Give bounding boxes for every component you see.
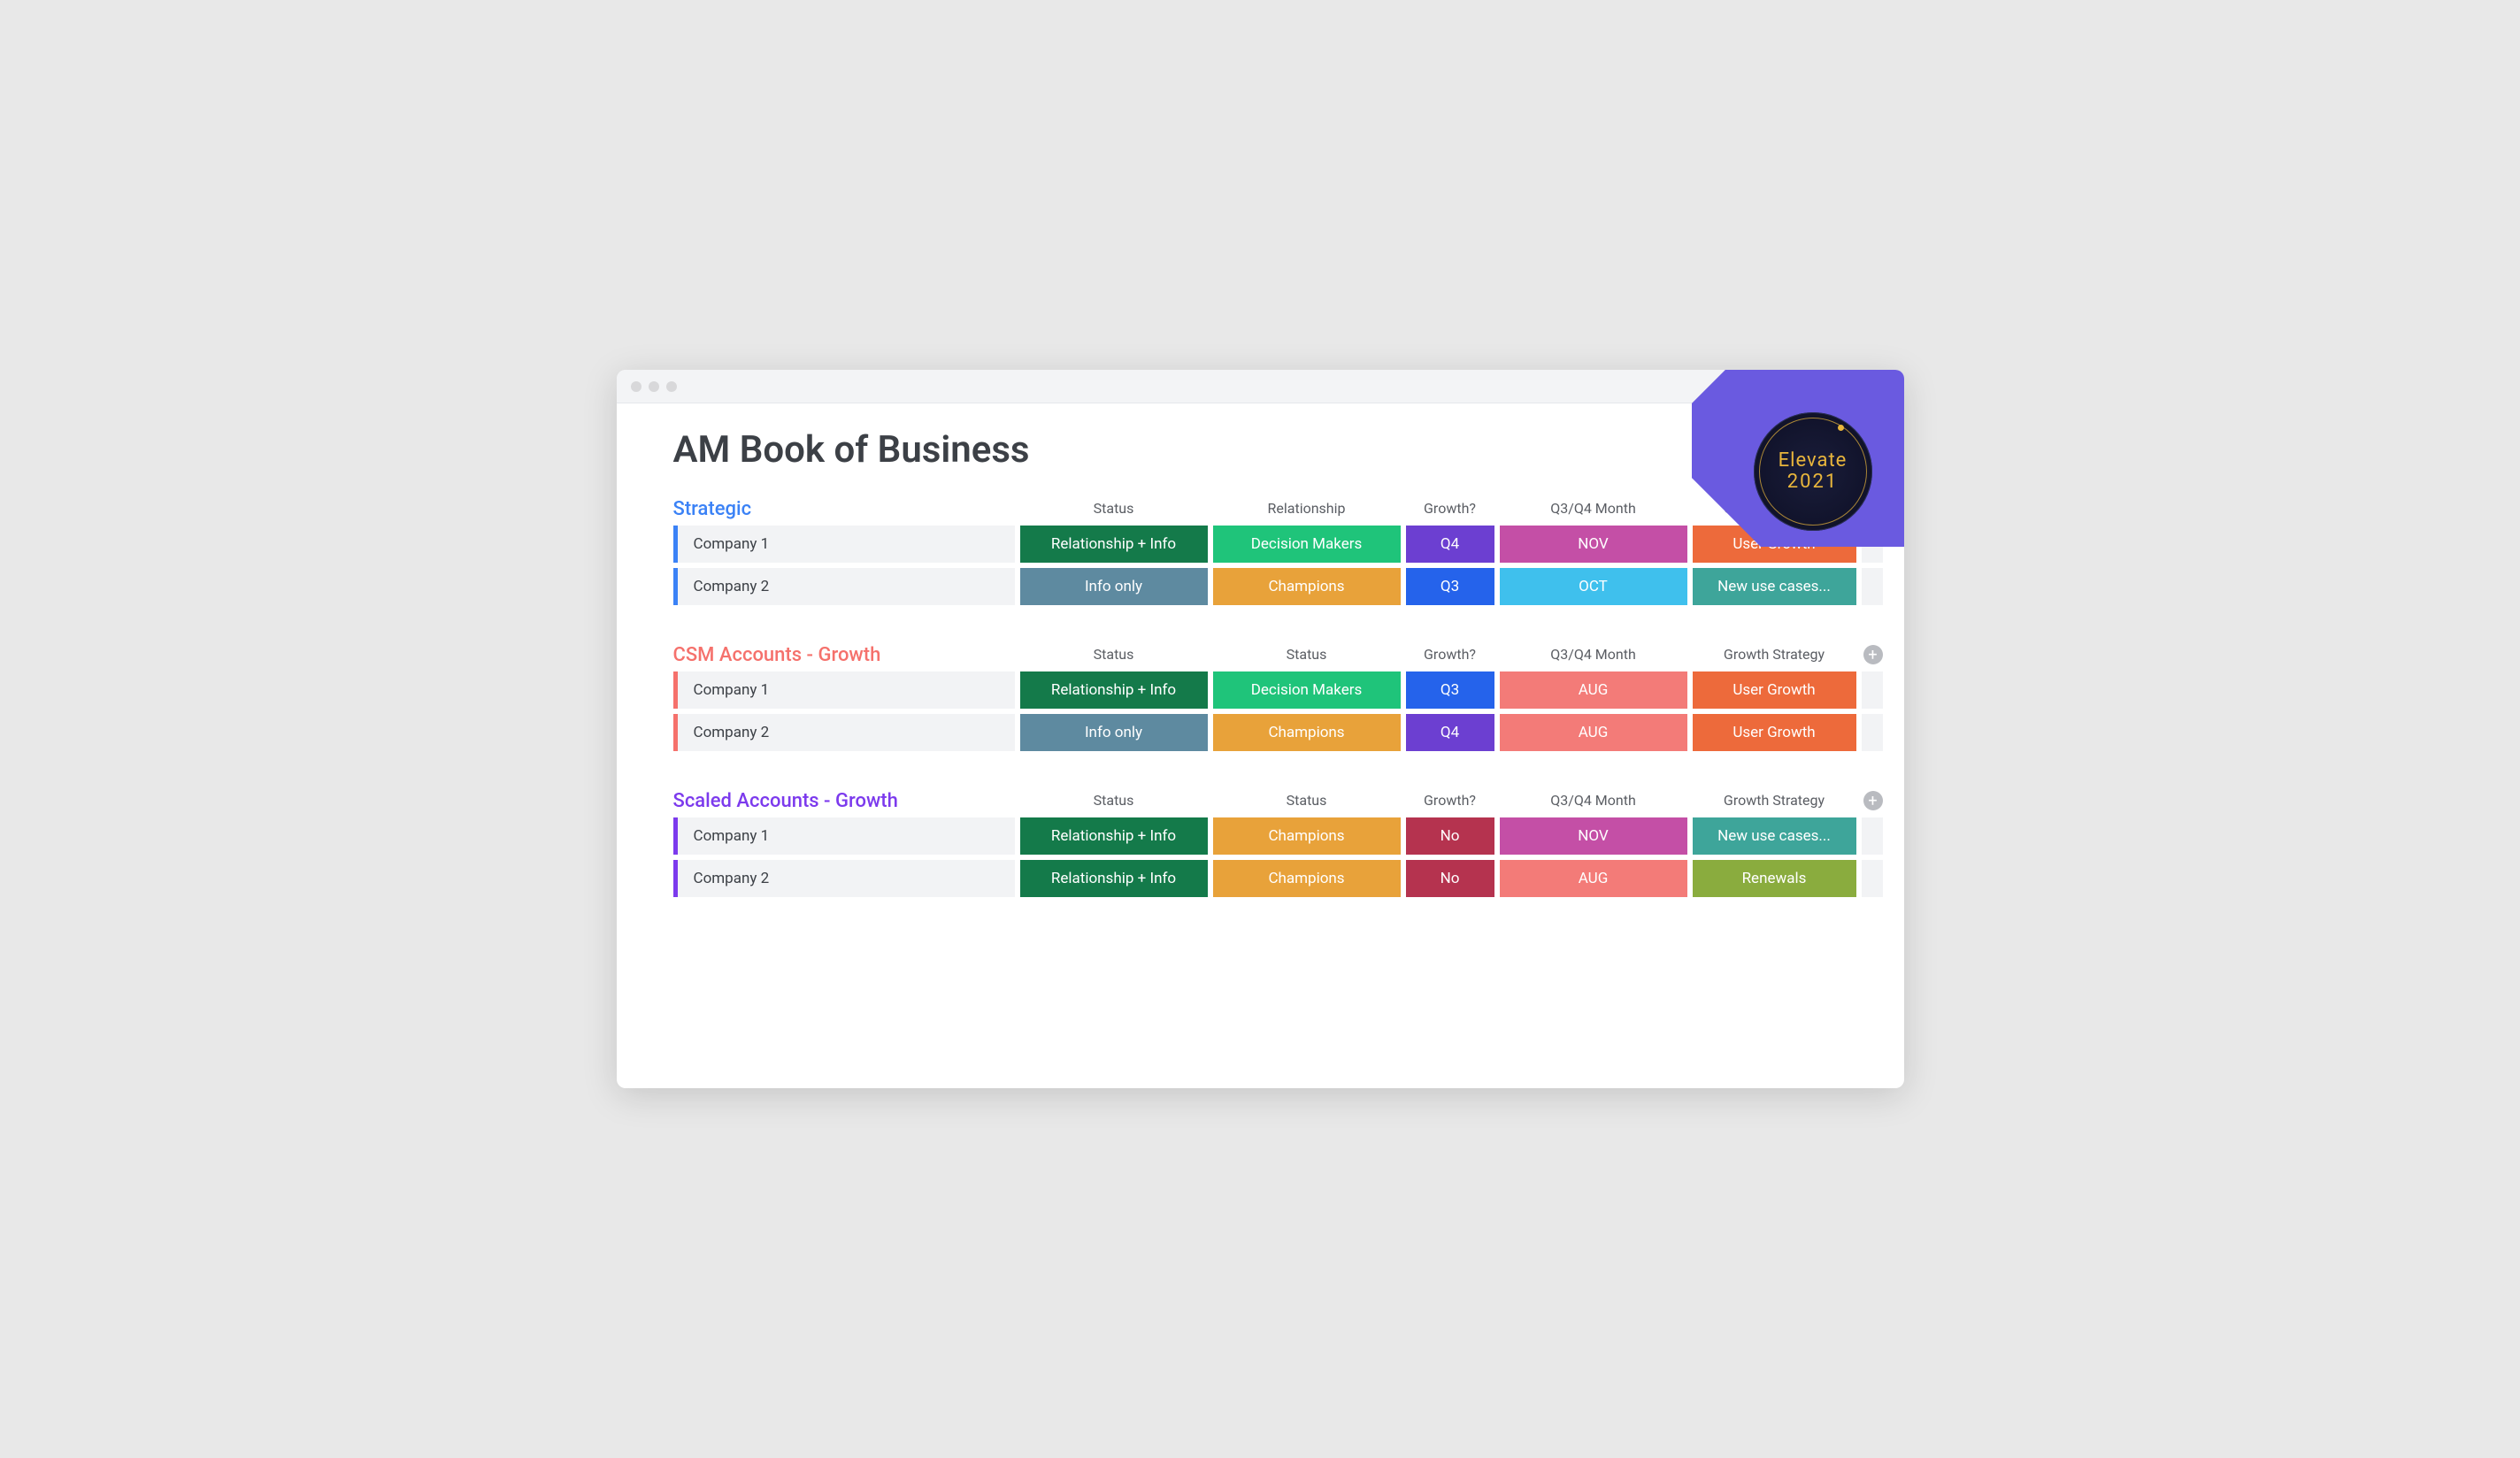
status-pill[interactable]: New use cases...: [1693, 817, 1856, 855]
status-pill[interactable]: No: [1406, 860, 1494, 897]
section-title[interactable]: Strategic: [673, 498, 1015, 520]
window-zoom-dot[interactable]: [666, 381, 677, 392]
status-pill[interactable]: AUG: [1500, 671, 1687, 709]
column-header: Status: [1213, 646, 1401, 666]
status-pill[interactable]: User Growth: [1693, 714, 1856, 751]
status-pill[interactable]: Info only: [1020, 568, 1208, 605]
page-content: AM Book of Business StrategicStatusRelat…: [617, 403, 1904, 963]
status-pill[interactable]: Relationship + Info: [1020, 671, 1208, 709]
column-header: Growth?: [1406, 646, 1494, 666]
row-name-cell[interactable]: Company 2: [673, 568, 1015, 605]
status-pill[interactable]: Q4: [1406, 526, 1494, 563]
column-header: Status: [1020, 646, 1208, 666]
status-pill[interactable]: OCT: [1500, 568, 1687, 605]
status-pill[interactable]: User Growth: [1693, 671, 1856, 709]
add-column-button[interactable]: +: [1863, 791, 1883, 810]
add-column-button[interactable]: +: [1863, 499, 1883, 518]
page-title: AM Book of Business: [673, 428, 1848, 472]
plus-icon: +: [1868, 792, 1877, 810]
row-name-cell[interactable]: Company 1: [673, 671, 1015, 709]
column-header: Status: [1020, 792, 1208, 812]
column-header: Status: [1020, 500, 1208, 520]
section: Scaled Accounts - GrowthStatusStatusGrow…: [673, 790, 1848, 897]
column-header: Q3/Q4 Month: [1500, 792, 1687, 812]
status-pill[interactable]: Q3: [1406, 568, 1494, 605]
window-minimize-dot[interactable]: [649, 381, 659, 392]
status-pill[interactable]: Q4: [1406, 714, 1494, 751]
status-pill[interactable]: Champions: [1213, 714, 1401, 751]
section-header: StrategicStatusRelationshipGrowth? Q3/Q4 …: [673, 498, 1848, 520]
status-pill[interactable]: Q3: [1406, 671, 1494, 709]
status-pill[interactable]: Relationship + Info: [1020, 526, 1208, 563]
status-pill[interactable]: Info only: [1020, 714, 1208, 751]
column-header: Growth Strategy: [1693, 792, 1856, 812]
section: StrategicStatusRelationshipGrowth? Q3/Q4 …: [673, 498, 1848, 605]
section-header: CSM Accounts - GrowthStatusStatusGrowth?…: [673, 644, 1848, 666]
table-row: Company 2Relationship + InfoChampionsNoA…: [673, 860, 1848, 897]
app-window: Elevate 2021 AM Book of Business Strateg…: [617, 370, 1904, 1088]
column-header: Growth Strategy: [1693, 646, 1856, 666]
badge-line2: 2021: [1787, 472, 1838, 493]
row-trailing-cell[interactable]: [1862, 568, 1883, 605]
section: CSM Accounts - GrowthStatusStatusGrowth?…: [673, 644, 1848, 751]
row-trailing-cell[interactable]: [1862, 526, 1883, 563]
window-titlebar: [617, 370, 1904, 403]
status-pill[interactable]: NOV: [1500, 526, 1687, 563]
add-column-button[interactable]: +: [1863, 645, 1883, 664]
section-title[interactable]: Scaled Accounts - Growth: [673, 790, 1015, 812]
status-pill[interactable]: Champions: [1213, 860, 1401, 897]
status-pill[interactable]: Relationship + Info: [1020, 860, 1208, 897]
status-pill[interactable]: AUG: [1500, 860, 1687, 897]
column-header: Growth?: [1406, 500, 1494, 520]
row-name-cell[interactable]: Company 2: [673, 714, 1015, 751]
row-name-cell[interactable]: Company 2: [673, 860, 1015, 897]
status-pill[interactable]: New use cases...: [1693, 568, 1856, 605]
window-close-dot[interactable]: [631, 381, 642, 392]
plus-icon: +: [1868, 646, 1877, 664]
row-name-cell[interactable]: Company 1: [673, 526, 1015, 563]
status-pill[interactable]: Decision Makers: [1213, 671, 1401, 709]
row-trailing-cell[interactable]: [1862, 714, 1883, 751]
status-pill[interactable]: No: [1406, 817, 1494, 855]
status-pill[interactable]: NOV: [1500, 817, 1687, 855]
table-row: Company 1Relationship + InfoDecision Mak…: [673, 671, 1848, 709]
row-name-cell[interactable]: Company 1: [673, 817, 1015, 855]
status-pill[interactable]: Decision Makers: [1213, 526, 1401, 563]
window-controls: [631, 381, 677, 392]
column-header: Growth?: [1406, 792, 1494, 812]
status-pill[interactable]: Champions: [1213, 817, 1401, 855]
table-row: Company 1Relationship + InfoChampionsNoN…: [673, 817, 1848, 855]
column-header: Status: [1213, 792, 1401, 812]
row-trailing-cell[interactable]: [1862, 817, 1883, 855]
row-trailing-cell[interactable]: [1862, 671, 1883, 709]
table-row: Company 2Info onlyChampionsQ4AUGUser Gro…: [673, 714, 1848, 751]
column-header: Q3/Q4 Month: [1500, 500, 1687, 520]
status-pill[interactable]: Champions: [1213, 568, 1401, 605]
plus-icon: +: [1868, 500, 1877, 518]
status-pill[interactable]: Renewals: [1693, 860, 1856, 897]
column-header: Relationship: [1213, 500, 1401, 520]
row-trailing-cell[interactable]: [1862, 860, 1883, 897]
elevate-badge: Elevate 2021: [1754, 412, 1872, 531]
status-pill[interactable]: Relationship + Info: [1020, 817, 1208, 855]
status-pill[interactable]: User Growth: [1693, 526, 1856, 563]
section-header: Scaled Accounts - GrowthStatusStatusGrow…: [673, 790, 1848, 812]
table-row: Company 1Relationship + InfoDecision Mak…: [673, 526, 1848, 563]
table-row: Company 2Info onlyChampionsQ3OCTNew use …: [673, 568, 1848, 605]
section-title[interactable]: CSM Accounts - Growth: [673, 644, 1015, 666]
badge-line1: Elevate: [1779, 450, 1848, 472]
status-pill[interactable]: AUG: [1500, 714, 1687, 751]
column-header: Q3/Q4 Month: [1500, 646, 1687, 666]
